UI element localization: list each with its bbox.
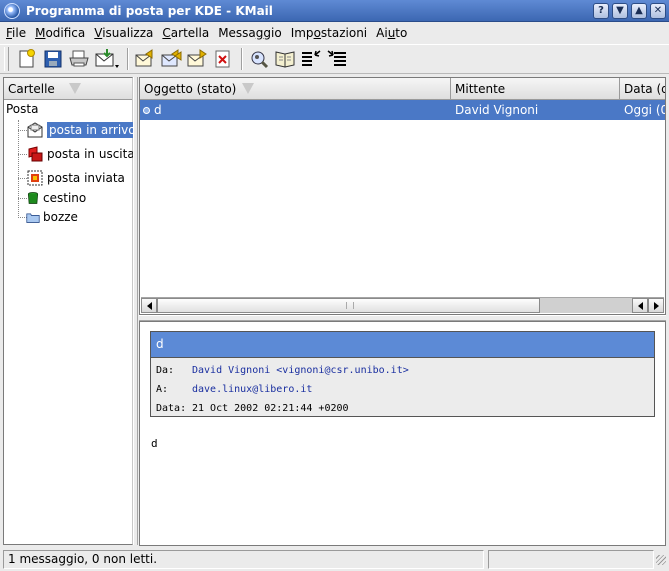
previous-unread-icon[interactable] bbox=[299, 47, 323, 71]
scroll-left-button[interactable] bbox=[141, 298, 157, 313]
menu-file[interactable]: File bbox=[6, 26, 26, 40]
date-label: Data: bbox=[156, 403, 187, 414]
save-icon[interactable] bbox=[41, 47, 65, 71]
message-list-header: Oggetto (stato) Mittente Data (d bbox=[140, 78, 665, 100]
reply-icon[interactable] bbox=[133, 47, 157, 71]
folder-item-trash[interactable]: cestino bbox=[26, 188, 86, 208]
window-title: Programma di posta per KDE - KMail bbox=[26, 3, 273, 18]
status-secondary bbox=[488, 550, 655, 569]
find-icon[interactable] bbox=[247, 47, 271, 71]
folder-item-drafts[interactable]: bozze bbox=[26, 207, 78, 227]
resize-grip-icon[interactable] bbox=[656, 554, 666, 565]
folder-label: cestino bbox=[43, 191, 87, 205]
outbox-icon bbox=[28, 146, 43, 162]
vertical-splitter[interactable] bbox=[133, 77, 138, 545]
next-unread-icon[interactable] bbox=[325, 47, 349, 71]
toolbar-separator bbox=[127, 48, 129, 70]
from-label: Da: bbox=[156, 365, 175, 376]
scrollbar-thumb[interactable] bbox=[157, 298, 540, 313]
scrollbar-track[interactable] bbox=[540, 298, 632, 313]
message-date: Oggi (0 bbox=[624, 103, 665, 117]
close-button[interactable]: ✕ bbox=[650, 2, 666, 19]
column-subject-label: Oggetto (stato) bbox=[144, 81, 237, 96]
header-to-line: A: dave.linux@libero.it bbox=[151, 380, 654, 399]
menu-cartella[interactable]: Cartella bbox=[162, 26, 209, 40]
arrow-left-icon bbox=[637, 301, 643, 310]
header-date-line: Data: 21 Oct 2002 02:21:44 +0200 bbox=[151, 399, 654, 418]
scroll-left-button-2[interactable] bbox=[632, 298, 648, 313]
folder-header-label: Cartelle bbox=[8, 81, 55, 96]
new-message-icon[interactable] bbox=[15, 47, 39, 71]
menu-impostazioni[interactable]: Impostazioni bbox=[291, 26, 367, 40]
address-book-icon[interactable] bbox=[273, 47, 297, 71]
maximize-button[interactable]: ▲ bbox=[631, 2, 647, 19]
column-sender[interactable]: Mittente bbox=[451, 78, 620, 99]
status-bar: 1 messaggio, 0 non letti. bbox=[0, 548, 669, 571]
message-header-subject: d bbox=[151, 332, 654, 358]
menu-bar: File Modifica Visualizza Cartella Messag… bbox=[0, 22, 669, 44]
drafts-icon bbox=[26, 213, 40, 223]
folder-label: bozze bbox=[43, 210, 78, 224]
kmail-app-icon[interactable] bbox=[4, 2, 20, 19]
status-dot-icon bbox=[143, 106, 150, 114]
title-bar[interactable]: Programma di posta per KDE - KMail ? ▼ ▲… bbox=[0, 0, 669, 22]
date-value: 21 Oct 2002 02:21:44 +0200 bbox=[192, 403, 349, 414]
check-mail-icon[interactable] bbox=[93, 47, 121, 71]
sent-mail-icon bbox=[27, 170, 43, 186]
sort-arrow-icon bbox=[242, 83, 255, 94]
message-row[interactable]: d David Vignoni Oggi (0 bbox=[140, 100, 665, 120]
column-subject[interactable]: Oggetto (stato) bbox=[140, 78, 451, 99]
scroll-right-button[interactable] bbox=[648, 298, 664, 313]
menu-modifica[interactable]: Modifica bbox=[35, 26, 85, 40]
sort-arrow-icon bbox=[68, 83, 81, 94]
message-body: d bbox=[151, 437, 158, 450]
folder-label: posta in uscita bbox=[47, 147, 135, 161]
folder-label: posta inviata bbox=[47, 171, 125, 185]
message-header-box: d Da: David Vignoni <vignoni@csr.unibo.i… bbox=[150, 331, 655, 417]
help-button[interactable]: ? bbox=[593, 2, 609, 19]
arrow-right-icon bbox=[653, 301, 659, 310]
to-link[interactable]: dave.linux@libero.it bbox=[192, 384, 312, 395]
to-label: A: bbox=[156, 384, 169, 395]
column-date[interactable]: Data (d bbox=[620, 78, 665, 99]
from-link[interactable]: David Vignoni <vignoni@csr.unibo.it> bbox=[192, 365, 409, 376]
folder-item-outbox[interactable]: posta in uscita bbox=[26, 143, 135, 165]
folder-label: posta in arrivo bbox=[47, 122, 138, 138]
toolbar bbox=[0, 44, 669, 74]
message-list: Oggetto (stato) Mittente Data (d d David… bbox=[139, 77, 666, 315]
folder-column-header[interactable]: Cartelle bbox=[4, 78, 132, 100]
toolbar-separator bbox=[241, 48, 243, 70]
message-subject: d bbox=[154, 103, 162, 117]
delete-icon[interactable] bbox=[211, 47, 235, 71]
header-from-line: Da: David Vignoni <vignoni@csr.unibo.it> bbox=[151, 361, 654, 380]
folder-item-sent[interactable]: posta inviata bbox=[26, 167, 125, 189]
status-text: 1 messaggio, 0 non letti. bbox=[3, 550, 485, 569]
menu-aiuto[interactable]: Aiuto bbox=[376, 26, 407, 40]
arrow-left-icon bbox=[146, 301, 152, 310]
folder-pane: Cartelle Posta posta in arrivo posta in … bbox=[3, 77, 138, 545]
menu-messaggio[interactable]: Messaggio bbox=[218, 26, 282, 40]
inbox-icon bbox=[27, 122, 43, 138]
message-reader: d Da: David Vignoni <vignoni@csr.unibo.i… bbox=[139, 321, 666, 546]
tree-line bbox=[18, 120, 19, 218]
message-sender: David Vignoni bbox=[455, 103, 539, 117]
folder-root[interactable]: Posta bbox=[4, 100, 132, 118]
trash-icon bbox=[27, 192, 39, 204]
toolbar-grip[interactable] bbox=[4, 47, 9, 71]
forward-icon[interactable] bbox=[185, 47, 209, 71]
minimize-button[interactable]: ▼ bbox=[612, 2, 628, 19]
horizontal-scrollbar[interactable] bbox=[141, 297, 664, 313]
print-icon[interactable] bbox=[67, 47, 91, 71]
folder-item-inbox[interactable]: posta in arrivo bbox=[26, 119, 138, 141]
menu-visualizza[interactable]: Visualizza bbox=[94, 26, 153, 40]
reply-all-icon[interactable] bbox=[159, 47, 183, 71]
